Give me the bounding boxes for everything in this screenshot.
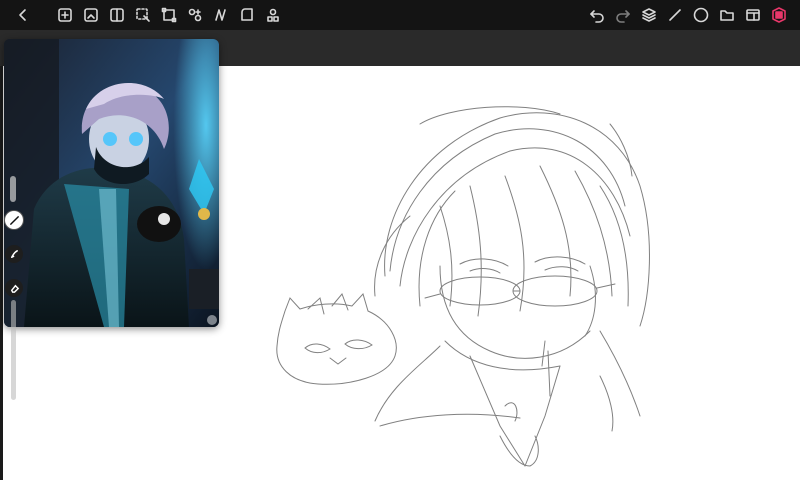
- warp-icon[interactable]: [236, 4, 258, 26]
- toolbar-right-group: [586, 0, 790, 30]
- redo-icon[interactable]: [612, 4, 634, 26]
- reference-resize-handle[interactable]: [207, 315, 217, 325]
- reference-image: [4, 39, 219, 327]
- select-icon[interactable]: [132, 4, 154, 26]
- color-icon[interactable]: [690, 4, 712, 26]
- back-icon[interactable]: [12, 4, 34, 26]
- reference-image-window[interactable]: [4, 39, 219, 327]
- toolbar-left-group: [0, 0, 284, 30]
- transform-icon[interactable]: [158, 4, 180, 26]
- symmetry-icon[interactable]: [184, 4, 206, 26]
- layers-icon[interactable]: [638, 4, 660, 26]
- folder-icon[interactable]: [716, 4, 738, 26]
- brush-icon[interactable]: [664, 4, 686, 26]
- undo-icon[interactable]: [586, 4, 608, 26]
- layers-group-icon[interactable]: [262, 4, 284, 26]
- settings-icon[interactable]: [742, 4, 764, 26]
- brush-size-slider[interactable]: [10, 176, 16, 202]
- liquify-icon[interactable]: [210, 4, 232, 26]
- canvas-left-edge: [0, 66, 3, 480]
- eraser-tool-icon[interactable]: [5, 279, 23, 297]
- adjust-icon[interactable]: [106, 4, 128, 26]
- add-icon[interactable]: [54, 4, 76, 26]
- top-toolbar: [0, 0, 800, 30]
- brush-opacity-slider[interactable]: [11, 300, 16, 400]
- gallery-icon[interactable]: [80, 4, 102, 26]
- app-logo-icon[interactable]: [768, 4, 790, 26]
- smudge-tool-icon[interactable]: [5, 245, 23, 263]
- brush-tool-icon[interactable]: [5, 211, 23, 229]
